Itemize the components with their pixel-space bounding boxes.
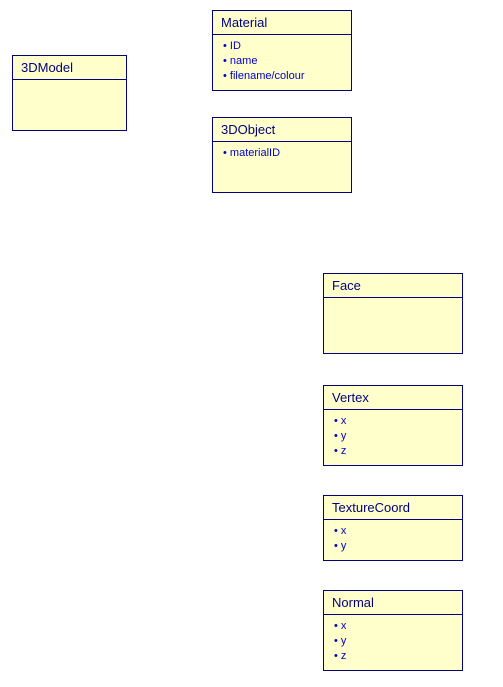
class-attribute: x xyxy=(334,619,456,634)
class-title: Normal xyxy=(324,591,462,615)
class-attribute: x xyxy=(334,414,456,429)
class-title: Vertex xyxy=(324,386,462,410)
class-box-3dmodel: 3DModel xyxy=(12,55,127,131)
class-box-normal: Normal x y z xyxy=(323,590,463,671)
class-box-face: Face xyxy=(323,273,463,354)
class-title: 3DModel xyxy=(13,56,126,80)
class-box-texturecoord: TextureCoord x y xyxy=(323,495,463,561)
class-attribute: y xyxy=(334,634,456,649)
class-attribute: name xyxy=(223,54,345,69)
class-body: materialID xyxy=(213,142,351,192)
class-attribute: ID xyxy=(223,39,345,54)
class-body: ID name filename/colour xyxy=(213,35,351,90)
class-body xyxy=(324,298,462,353)
class-attribute: materialID xyxy=(223,146,345,161)
class-box-3dobject: 3DObject materialID xyxy=(212,117,352,193)
class-body: x y z xyxy=(324,615,462,670)
class-box-material: Material ID name filename/colour xyxy=(212,10,352,91)
class-attribute: filename/colour xyxy=(223,69,345,84)
class-body xyxy=(13,80,126,130)
class-title: TextureCoord xyxy=(324,496,462,520)
class-attribute: z xyxy=(334,649,456,664)
class-title: 3DObject xyxy=(213,118,351,142)
class-attribute: x xyxy=(334,524,456,539)
class-box-vertex: Vertex x y z xyxy=(323,385,463,466)
class-attribute: y xyxy=(334,539,456,554)
class-title: Material xyxy=(213,11,351,35)
class-body: x y z xyxy=(324,410,462,465)
class-attribute: y xyxy=(334,429,456,444)
class-attribute: z xyxy=(334,444,456,459)
class-body: x y xyxy=(324,520,462,560)
class-title: Face xyxy=(324,274,462,298)
